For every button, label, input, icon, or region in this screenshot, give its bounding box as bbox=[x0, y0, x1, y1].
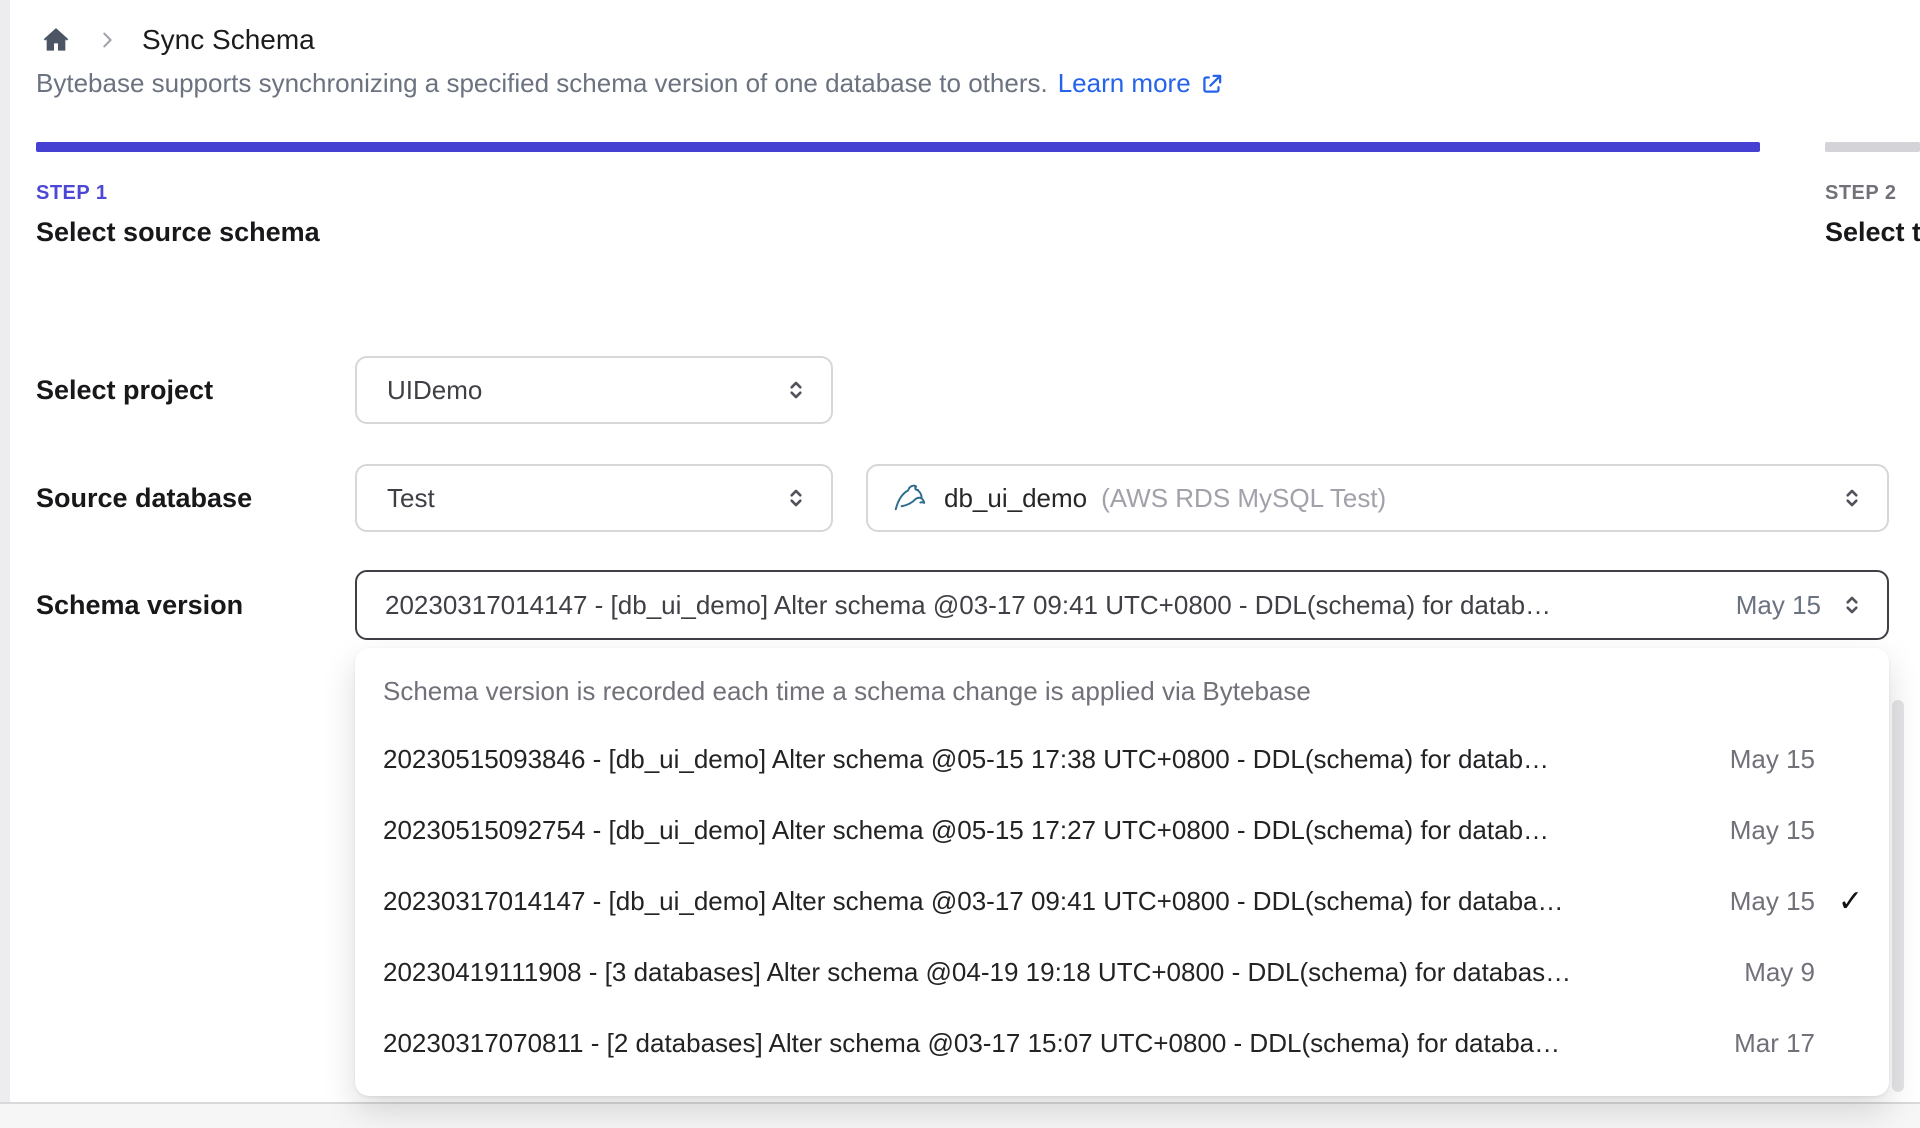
project-select[interactable]: UIDemo bbox=[355, 356, 833, 424]
option-date: Mar 17 bbox=[1734, 1028, 1815, 1058]
step2-title: Select t bbox=[1825, 217, 1920, 247]
database-select[interactable]: db_ui_demo (AWS RDS MySQL Test) bbox=[866, 464, 1889, 532]
step2-progress-bar bbox=[1825, 142, 1920, 152]
schema-version-select-date: May 15 bbox=[1735, 589, 1821, 620]
project-select-value: UIDemo bbox=[387, 374, 483, 405]
option-text: 20230419111908 - [3 databases] Alter sch… bbox=[383, 957, 1572, 987]
option-date: May 9 bbox=[1744, 957, 1815, 987]
schema-version-dropdown: Schema version is recorded each time a s… bbox=[355, 648, 1889, 1096]
select-project-label: Select project bbox=[36, 374, 214, 405]
database-name: db_ui_demo bbox=[944, 482, 1088, 513]
learn-more-label: Learn more bbox=[1057, 68, 1191, 98]
step1-label: STEP 1 bbox=[36, 182, 108, 204]
external-link-icon bbox=[1199, 71, 1225, 97]
intro-sentence: Bytebase supports synchronizing a specif… bbox=[36, 68, 1048, 98]
step1-header: STEP 1 Select source schema bbox=[36, 182, 320, 248]
mysql-icon bbox=[892, 480, 928, 516]
intro-text: Bytebase supports synchronizing a specif… bbox=[36, 68, 1225, 99]
option-date: May 15 bbox=[1729, 815, 1815, 845]
schema-version-option[interactable]: 20230515093846 - [db_ui_demo] Alter sche… bbox=[355, 724, 1889, 795]
option-text: 20230317014147 - [db_ui_demo] Alter sche… bbox=[383, 886, 1564, 916]
step2-header: STEP 2 Select t bbox=[1825, 182, 1920, 248]
environment-select-value: Test bbox=[387, 482, 435, 513]
option-text: 20230515092754 - [db_ui_demo] Alter sche… bbox=[383, 815, 1550, 845]
schema-version-option[interactable]: 20230515092754 - [db_ui_demo] Alter sche… bbox=[355, 795, 1889, 866]
option-text: 20230317070811 - [2 databases] Alter sch… bbox=[383, 1028, 1561, 1058]
database-detail: (AWS RDS MySQL Test) bbox=[1101, 482, 1387, 513]
left-edge-divider bbox=[0, 0, 10, 1128]
schema-version-select[interactable]: 20230317014147 - [db_ui_demo] Alter sche… bbox=[355, 570, 1889, 640]
check-icon: ✓ bbox=[1837, 884, 1863, 918]
content-bottom-divider bbox=[0, 1102, 1920, 1128]
chevron-up-down-icon bbox=[1839, 592, 1865, 618]
option-date: May 15 bbox=[1729, 886, 1815, 916]
schema-version-label: Schema version bbox=[36, 589, 244, 620]
schema-version-option[interactable]: 20230419111908 - [3 databases] Alter sch… bbox=[355, 937, 1889, 1008]
page-title: Sync Schema bbox=[142, 24, 315, 55]
step1-title: Select source schema bbox=[36, 217, 320, 247]
dropdown-hint-text: Schema version is recorded each time a s… bbox=[383, 675, 1311, 706]
schema-version-select-value: 20230317014147 - [db_ui_demo] Alter sche… bbox=[385, 589, 1552, 620]
environment-select[interactable]: Test bbox=[355, 464, 833, 532]
learn-more-link[interactable]: Learn more bbox=[1058, 68, 1225, 99]
step1-progress-bar bbox=[36, 142, 1760, 152]
chevron-right-icon bbox=[96, 29, 118, 51]
schema-version-option[interactable]: 20230317070811 - [2 databases] Alter sch… bbox=[355, 1008, 1889, 1079]
sync-schema-page: Sync Schema Bytebase supports synchroniz… bbox=[0, 0, 1920, 1128]
option-date: May 15 bbox=[1729, 744, 1815, 774]
home-icon[interactable] bbox=[40, 24, 72, 56]
option-text: 20230515093846 - [db_ui_demo] Alter sche… bbox=[383, 744, 1550, 774]
page-scrollbar-thumb[interactable] bbox=[1892, 700, 1904, 1092]
chevron-up-down-icon bbox=[783, 377, 809, 403]
source-database-label: Source database bbox=[36, 482, 253, 513]
schema-version-option-selected[interactable]: 20230317014147 - [db_ui_demo] Alter sche… bbox=[355, 866, 1889, 937]
chevron-up-down-icon bbox=[783, 485, 809, 511]
step2-label: STEP 2 bbox=[1825, 182, 1897, 204]
chevron-up-down-icon bbox=[1839, 485, 1865, 511]
breadcrumb: Sync Schema bbox=[40, 18, 315, 62]
